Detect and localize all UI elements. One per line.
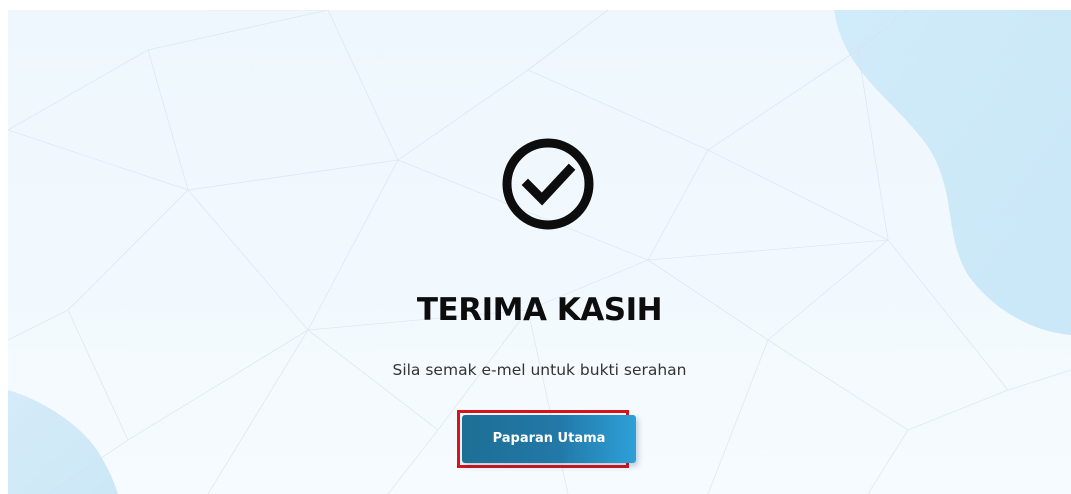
page-container: TERIMA KASIH Sila semak e-mel untuk bukt… bbox=[8, 10, 1071, 494]
page-title: TERIMA KASIH bbox=[416, 292, 663, 328]
thank-you-panel: TERIMA KASIH Sila semak e-mel untuk bukt… bbox=[8, 10, 1071, 494]
confirmation-message: Sila semak e-mel untuk bukti serahan bbox=[392, 361, 687, 379]
check-circle-icon bbox=[502, 138, 594, 230]
home-button[interactable]: Paparan Utama bbox=[462, 415, 636, 463]
